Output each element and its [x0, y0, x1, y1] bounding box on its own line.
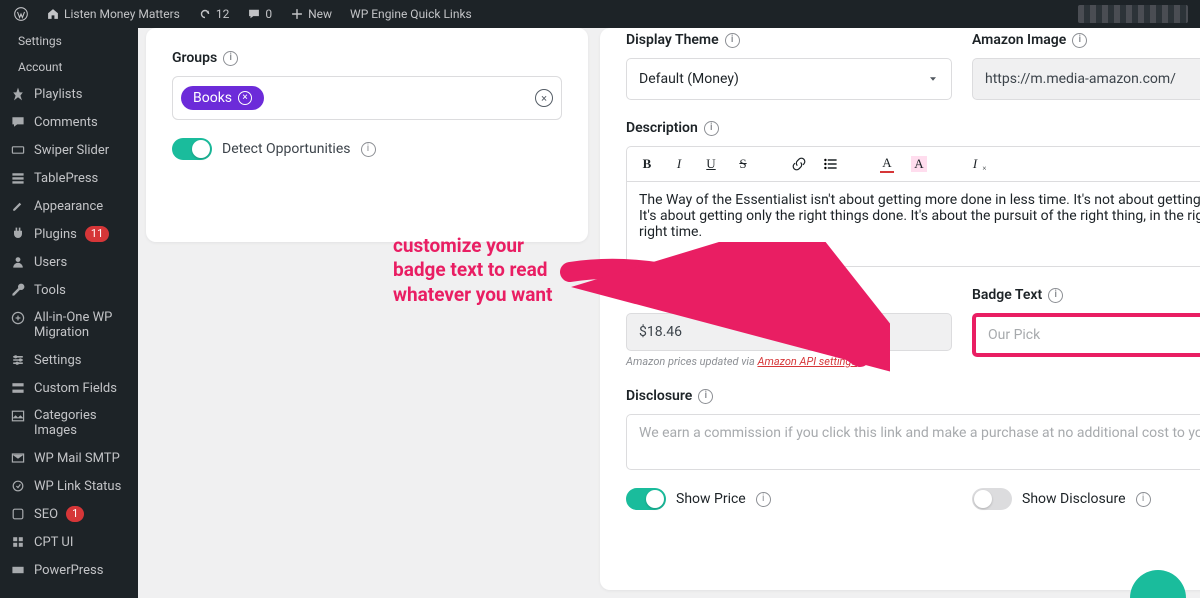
list-button[interactable] — [821, 153, 841, 175]
chip-remove-icon[interactable]: × — [238, 91, 252, 105]
sidebar-item-comments[interactable]: Comments — [0, 108, 138, 136]
plugins-update-count: 11 — [85, 226, 109, 242]
comment-icon — [10, 114, 26, 130]
plugin-icon — [10, 226, 26, 242]
clear-groups-icon[interactable]: × — [535, 89, 553, 107]
comment-icon — [247, 7, 261, 21]
clear-format-button[interactable]: I× — [965, 153, 985, 175]
cpt-icon — [10, 534, 26, 550]
main-content: Groups i Books × × Detect Opportunities … — [138, 28, 1200, 598]
sidebar-sub-settings[interactable]: Settings — [0, 28, 138, 54]
disclosure-textarea[interactable] — [626, 414, 1200, 470]
wrench-icon — [10, 282, 26, 298]
amazon-image-url — [972, 58, 1200, 100]
sidebar-item-custom-fields[interactable]: Custom Fields — [0, 374, 138, 402]
sidebar-item-swiper[interactable]: Swiper Slider — [0, 136, 138, 164]
fields-icon — [10, 380, 26, 396]
font-color-button[interactable]: A — [877, 153, 897, 175]
badge-text-label: Badge Text i — [972, 287, 1200, 303]
sidebar-item-tools[interactable]: Tools — [0, 276, 138, 304]
sidebar-item-cpt-ui[interactable]: CPT UI — [0, 528, 138, 556]
link-icon — [10, 478, 26, 494]
site-name-link[interactable]: Listen Money Matters — [40, 0, 186, 28]
sidebar-sub-account[interactable]: Account — [0, 54, 138, 80]
wpengine-link[interactable]: WP Engine Quick Links — [344, 0, 478, 28]
detect-opportunities-toggle[interactable] — [172, 138, 212, 160]
wp-admin-bar: Listen Money Matters 12 0 New WP Engine … — [0, 0, 1200, 28]
font-bg-button[interactable]: A — [909, 153, 929, 175]
info-icon[interactable]: i — [725, 33, 740, 48]
group-chip-books[interactable]: Books × — [181, 86, 264, 110]
sidebar-item-powerpress[interactable]: PowerPress — [0, 556, 138, 584]
sidebar-item-link-status[interactable]: WP Link Status — [0, 472, 138, 500]
annotation-text: customize your badge text to read whatev… — [393, 234, 573, 307]
underline-button[interactable]: U — [701, 153, 721, 175]
sidebar-item-aio-migration[interactable]: All-in-One WP Migration — [0, 304, 138, 346]
info-icon[interactable]: i — [756, 492, 771, 507]
slider-icon — [10, 142, 26, 158]
pin-icon — [10, 86, 26, 102]
plus-icon — [290, 7, 304, 21]
description-label: Description i — [626, 120, 1200, 136]
comments-link[interactable]: 0 — [241, 0, 278, 28]
migration-icon — [10, 310, 26, 326]
strike-button[interactable]: S — [733, 153, 753, 175]
settings-icon — [10, 352, 26, 368]
show-price-label: Show Price — [676, 491, 746, 507]
sidebar-item-appearance[interactable]: Appearance — [0, 192, 138, 220]
user-account-blurred[interactable] — [1078, 5, 1188, 23]
sidebar-item-users[interactable]: Users — [0, 248, 138, 276]
sidebar-item-seo[interactable]: SEO 1 — [0, 500, 138, 528]
theme-select[interactable]: Default (Money) — [626, 58, 952, 100]
rich-text-toolbar: B I U S A A I× — [626, 146, 1200, 181]
seo-icon — [10, 506, 26, 522]
sidebar-item-settings[interactable]: Settings — [0, 346, 138, 374]
mail-icon — [10, 450, 26, 466]
info-icon[interactable]: i — [704, 121, 719, 136]
link-button[interactable] — [789, 153, 809, 175]
info-icon[interactable]: i — [1072, 33, 1087, 48]
wordpress-icon — [14, 7, 28, 21]
info-icon[interactable]: i — [698, 389, 713, 404]
home-icon — [46, 7, 60, 21]
sidebar-item-playlists[interactable]: Playlists — [0, 80, 138, 108]
wp-logo[interactable] — [8, 0, 34, 28]
info-icon[interactable]: i — [1136, 492, 1151, 507]
sidebar-item-wp-mail[interactable]: WP Mail SMTP — [0, 444, 138, 472]
groups-card: Groups i Books × × Detect Opportunities … — [146, 28, 588, 242]
info-icon[interactable]: i — [1048, 288, 1063, 303]
update-icon — [198, 7, 212, 21]
disclosure-label: Disclosure i — [626, 388, 1200, 404]
show-disclosure-toggle[interactable] — [972, 488, 1012, 510]
theme-label: Display Theme i — [626, 32, 952, 48]
powerpress-icon — [10, 562, 26, 578]
info-icon[interactable]: i — [361, 142, 376, 157]
seo-update-count: 1 — [66, 506, 84, 522]
italic-button[interactable]: I — [669, 153, 689, 175]
show-disclosure-label: Show Disclosure — [1022, 491, 1126, 507]
updates-link[interactable]: 12 — [192, 0, 236, 28]
sidebar-item-cat-images[interactable]: Categories Images — [0, 402, 138, 444]
user-icon — [10, 254, 26, 270]
groups-input[interactable]: Books × × — [172, 76, 562, 120]
wp-admin-sidebar: Settings Account Playlists Comments Swip… — [0, 28, 138, 598]
sidebar-item-plugins[interactable]: Plugins 11 — [0, 220, 138, 248]
chevron-down-icon — [927, 73, 939, 85]
badge-text-input[interactable] — [972, 313, 1200, 357]
amazon-image-label: Amazon Image i — [972, 32, 1200, 48]
new-content-link[interactable]: New — [284, 0, 338, 28]
image-icon — [10, 408, 26, 424]
brush-icon — [10, 198, 26, 214]
detect-opportunities-label: Detect Opportunities — [222, 141, 351, 157]
table-icon — [10, 170, 26, 186]
site-name: Listen Money Matters — [64, 7, 180, 21]
groups-label: Groups i — [172, 50, 562, 66]
sidebar-item-tablepress[interactable]: TablePress — [0, 164, 138, 192]
annotation-arrow — [560, 242, 890, 382]
bold-button[interactable]: B — [637, 153, 657, 175]
show-price-toggle[interactable] — [626, 488, 666, 510]
info-icon[interactable]: i — [223, 51, 238, 66]
